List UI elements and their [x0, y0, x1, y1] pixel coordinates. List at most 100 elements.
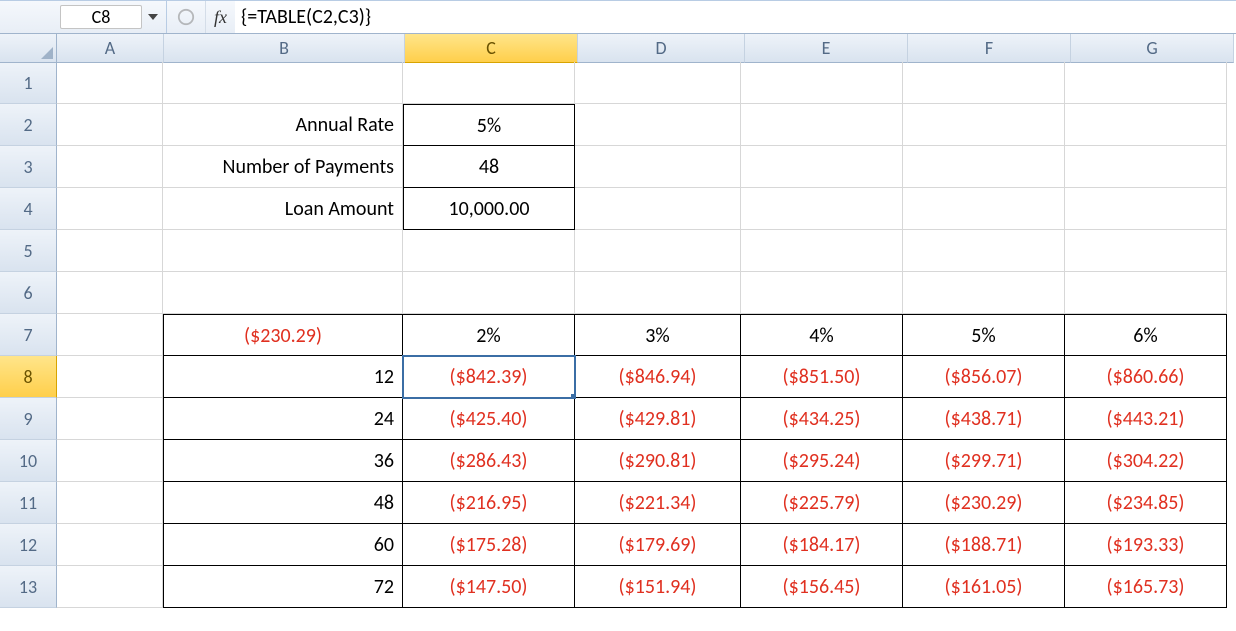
cell-D11[interactable]: ($221.34): [575, 482, 741, 524]
cell-F9[interactable]: ($438.71): [903, 398, 1065, 440]
row-header-5[interactable]: 5: [0, 230, 57, 272]
cancel-icon[interactable]: [177, 8, 195, 26]
cell-C12[interactable]: ($175.28): [403, 524, 575, 566]
cell-D6[interactable]: [575, 272, 741, 314]
row-header-1[interactable]: 1: [0, 62, 57, 104]
cell-B8[interactable]: 12: [163, 356, 403, 398]
cell-C7[interactable]: 2%: [403, 314, 575, 356]
cell-D3[interactable]: [575, 146, 741, 188]
cell-G4[interactable]: [1065, 188, 1227, 230]
row-header-10[interactable]: 10: [0, 440, 57, 482]
cell-D5[interactable]: [575, 230, 741, 272]
cell-D2[interactable]: [575, 104, 741, 146]
cell-D9[interactable]: ($429.81): [575, 398, 741, 440]
name-box-dropdown-icon[interactable]: [146, 10, 160, 24]
cell-G3[interactable]: [1065, 146, 1227, 188]
cell-D8[interactable]: ($846.94): [575, 356, 741, 398]
name-box[interactable]: C8: [60, 5, 142, 29]
cell-A13[interactable]: [57, 566, 163, 608]
cell-F3[interactable]: [903, 146, 1065, 188]
col-header-B[interactable]: B: [164, 34, 405, 63]
cell-B9[interactable]: 24: [163, 398, 403, 440]
cell-F2[interactable]: [903, 104, 1065, 146]
cell-G2[interactable]: [1065, 104, 1227, 146]
cell-A2[interactable]: [57, 104, 163, 146]
row-header-4[interactable]: 4: [0, 188, 57, 230]
cell-A5[interactable]: [57, 230, 163, 272]
cell-A3[interactable]: [57, 146, 163, 188]
cell-C4[interactable]: 10,000.00: [403, 188, 575, 230]
select-all-corner[interactable]: [0, 34, 57, 63]
cell-B12[interactable]: 60: [163, 524, 403, 566]
cell-C6[interactable]: [403, 272, 575, 314]
cell-F6[interactable]: [903, 272, 1065, 314]
cell-G1[interactable]: [1065, 62, 1227, 104]
cell-A9[interactable]: [57, 398, 163, 440]
col-header-C[interactable]: C: [405, 34, 578, 63]
cell-E11[interactable]: ($225.79): [741, 482, 903, 524]
cell-D13[interactable]: ($151.94): [575, 566, 741, 608]
cell-G9[interactable]: ($443.21): [1065, 398, 1227, 440]
row-header-8[interactable]: 8: [0, 356, 57, 398]
cell-C13[interactable]: ($147.50): [403, 566, 575, 608]
cell-B13[interactable]: 72: [163, 566, 403, 608]
cell-A7[interactable]: [57, 314, 163, 356]
cell-G5[interactable]: [1065, 230, 1227, 272]
cell-C1[interactable]: [403, 62, 575, 104]
cell-F7[interactable]: 5%: [903, 314, 1065, 356]
cell-F8[interactable]: ($856.07): [903, 356, 1065, 398]
cell-E5[interactable]: [741, 230, 903, 272]
row-header-7[interactable]: 7: [0, 314, 57, 356]
cell-C11[interactable]: ($216.95): [403, 482, 575, 524]
cell-G6[interactable]: [1065, 272, 1227, 314]
cell-A11[interactable]: [57, 482, 163, 524]
cell-B4[interactable]: Loan Amount: [163, 188, 403, 230]
cell-E2[interactable]: [741, 104, 903, 146]
cell-E12[interactable]: ($184.17): [741, 524, 903, 566]
cell-B7[interactable]: ($230.29): [163, 314, 403, 356]
cell-B6[interactable]: [163, 272, 403, 314]
col-header-D[interactable]: D: [578, 34, 745, 63]
cell-A6[interactable]: [57, 272, 163, 314]
row-header-3[interactable]: 3: [0, 146, 57, 188]
cell-F12[interactable]: ($188.71): [903, 524, 1065, 566]
cell-A12[interactable]: [57, 524, 163, 566]
cell-G13[interactable]: ($165.73): [1065, 566, 1227, 608]
cell-B5[interactable]: [163, 230, 403, 272]
cell-G12[interactable]: ($193.33): [1065, 524, 1227, 566]
col-header-F[interactable]: F: [908, 34, 1071, 63]
cell-C9[interactable]: ($425.40): [403, 398, 575, 440]
row-header-13[interactable]: 13: [0, 566, 57, 608]
cell-G11[interactable]: ($234.85): [1065, 482, 1227, 524]
cell-C3[interactable]: 48: [403, 146, 575, 188]
cell-F1[interactable]: [903, 62, 1065, 104]
cell-G7[interactable]: 6%: [1065, 314, 1227, 356]
row-header-6[interactable]: 6: [0, 272, 57, 314]
cell-E6[interactable]: [741, 272, 903, 314]
formula-input[interactable]: {=TABLE(C2,C3)}: [235, 1, 1236, 33]
cell-A10[interactable]: [57, 440, 163, 482]
cell-D4[interactable]: [575, 188, 741, 230]
cell-F4[interactable]: [903, 188, 1065, 230]
col-header-E[interactable]: E: [745, 34, 908, 63]
cell-A8[interactable]: [57, 356, 163, 398]
cell-B3[interactable]: Number of Payments: [163, 146, 403, 188]
cell-E1[interactable]: [741, 62, 903, 104]
cell-C10[interactable]: ($286.43): [403, 440, 575, 482]
cell-F13[interactable]: ($161.05): [903, 566, 1065, 608]
cell-E13[interactable]: ($156.45): [741, 566, 903, 608]
row-header-11[interactable]: 11: [0, 482, 57, 524]
row-header-2[interactable]: 2: [0, 104, 57, 146]
cell-E7[interactable]: 4%: [741, 314, 903, 356]
cell-F11[interactable]: ($230.29): [903, 482, 1065, 524]
cell-A4[interactable]: [57, 188, 163, 230]
cell-G10[interactable]: ($304.22): [1065, 440, 1227, 482]
cell-E10[interactable]: ($295.24): [741, 440, 903, 482]
col-header-G[interactable]: G: [1071, 34, 1234, 63]
cell-C2[interactable]: 5%: [403, 104, 575, 146]
cell-C8[interactable]: ($842.39): [403, 356, 575, 398]
cell-B11[interactable]: 48: [163, 482, 403, 524]
cell-E4[interactable]: [741, 188, 903, 230]
cell-F10[interactable]: ($299.71): [903, 440, 1065, 482]
cell-E9[interactable]: ($434.25): [741, 398, 903, 440]
